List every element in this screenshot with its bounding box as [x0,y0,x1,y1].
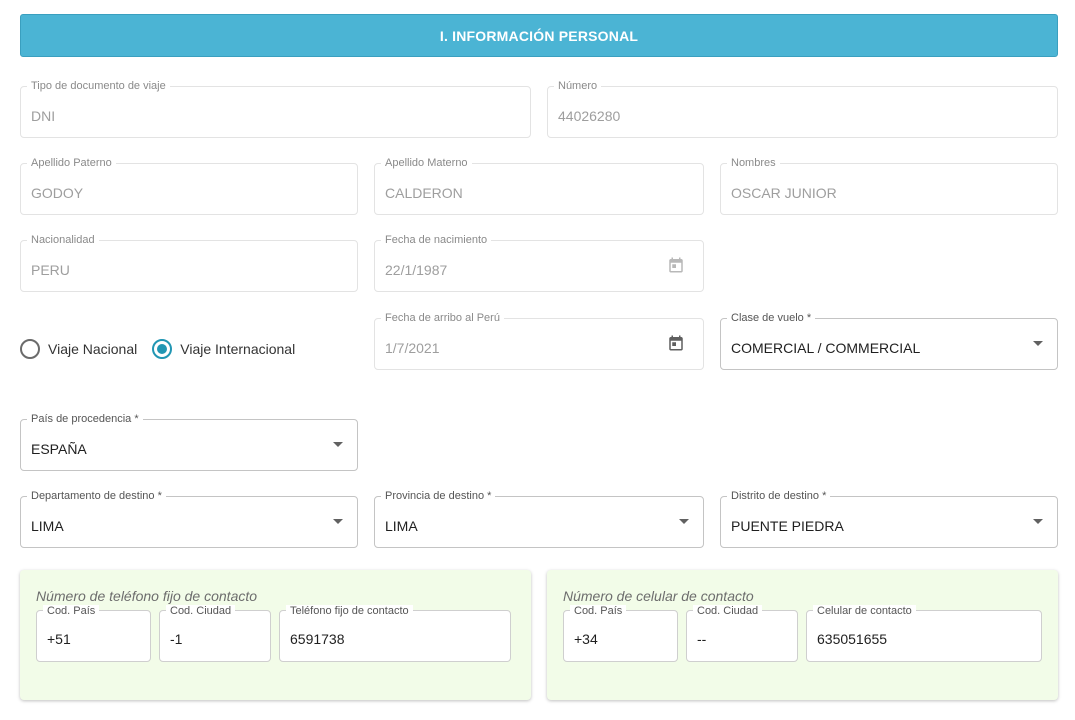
fixed-phone-panel: Número de teléfono fijo de contacto Cod.… [20,570,531,700]
flight-class-select[interactable]: Clase de vuelo * COMERCIAL / COMMERCIAL [720,311,1058,370]
fixed-phone-title: Número de teléfono fijo de contacto [36,588,258,604]
paternal-surname-field: Apellido Paterno GODOY [20,156,358,215]
mobile-country-code-label: Cod. País [570,605,627,617]
nationality-value: PERU [31,262,70,278]
fixed-phone-label: Teléfono fijo de contacto [286,605,413,617]
radio-circle-icon[interactable] [20,339,40,359]
destination-district-select[interactable]: Distrito de destino * PUENTE PIEDRA [720,489,1058,548]
chevron-down-icon[interactable] [333,442,343,447]
fixed-country-code-value: +51 [47,631,71,647]
radio-national-travel[interactable]: Viaje Nacional [20,339,137,359]
chevron-down-icon[interactable] [1033,341,1043,346]
destination-department-select[interactable]: Departamento de destino * LIMA [20,489,358,548]
destination-district-value: PUENTE PIEDRA [731,518,844,534]
origin-country-value: ESPAÑA [31,441,87,457]
arrival-date-label: Fecha de arribo al Perú [381,311,504,325]
chevron-down-icon[interactable] [679,519,689,524]
destination-department-value: LIMA [31,518,64,534]
destination-district-label: Distrito de destino * [727,489,831,503]
mobile-phone-value: 635051655 [817,631,888,647]
mobile-phone-input[interactable]: Celular de contacto 635051655 [806,605,1042,662]
mobile-city-code-label: Cod. Ciudad [693,605,763,617]
destination-province-label: Provincia de destino * [381,489,496,503]
mobile-phone-label: Celular de contacto [813,605,916,617]
fixed-city-code-value: -1 [170,631,183,647]
document-number-label: Número [554,79,602,93]
calendar-icon [669,257,683,273]
section-title: I. INFORMACIÓN PERSONAL [439,27,639,44]
fixed-phone-value: 6591738 [290,631,345,647]
arrival-date-value: 1/7/2021 [385,340,440,356]
chevron-down-icon[interactable] [1033,519,1043,524]
destination-province-value: LIMA [385,518,418,534]
names-label: Nombres [727,156,780,170]
nationality-field: Nacionalidad PERU [20,233,358,292]
calendar-icon[interactable] [667,334,685,352]
mobile-phone-panel: Número de celular de contacto Cod. País … [547,570,1058,700]
radio-national-label: Viaje Nacional [48,341,138,357]
birth-date-field: Fecha de nacimiento 22/1/1987 [374,233,704,292]
flight-class-label: Clase de vuelo * [727,311,816,325]
document-type-field: Tipo de documento de viaje DNI [20,79,531,138]
maternal-surname-value: CALDERON [385,185,463,201]
fixed-country-code-label: Cod. País [43,605,100,617]
origin-country-label: País de procedencia * [27,412,143,426]
birth-date-label: Fecha de nacimiento [381,233,492,247]
radio-checked-icon[interactable] [152,339,173,359]
radio-international-label: Viaje Internacional [180,341,296,357]
flight-class-value: COMERCIAL / COMMERCIAL [731,340,921,356]
paternal-surname-value: GODOY [31,185,84,201]
travel-type-radio-group: Viaje Nacional Viaje Internacional [20,338,310,360]
birth-date-value: 22/1/1987 [385,262,448,278]
document-number-value: 44026280 [558,108,621,124]
mobile-city-code-value: -- [697,631,707,647]
mobile-city-code-input[interactable]: Cod. Ciudad -- [686,605,798,662]
origin-country-select[interactable]: País de procedencia * ESPAÑA [20,412,358,471]
fixed-city-code-label: Cod. Ciudad [166,605,236,617]
fixed-city-code-input[interactable]: Cod. Ciudad -1 [159,605,271,662]
mobile-country-code-value: +34 [574,631,598,647]
mobile-phone-title: Número de celular de contacto [563,588,754,604]
maternal-surname-field: Apellido Materno CALDERON [374,156,704,215]
fixed-phone-input[interactable]: Teléfono fijo de contacto 6591738 [279,605,511,662]
maternal-surname-label: Apellido Materno [381,156,472,170]
mobile-country-code-input[interactable]: Cod. País +34 [563,605,678,662]
document-type-label: Tipo de documento de viaje [27,79,170,93]
chevron-down-icon[interactable] [333,519,343,524]
names-field: Nombres OSCAR JUNIOR [720,156,1058,215]
destination-department-label: Departamento de destino * [27,489,166,503]
names-value: OSCAR JUNIOR [731,185,837,201]
nationality-label: Nacionalidad [27,233,99,247]
destination-province-select[interactable]: Provincia de destino * LIMA [374,489,704,548]
paternal-surname-label: Apellido Paterno [27,156,116,170]
arrival-date-field[interactable]: Fecha de arribo al Perú 1/7/2021 [374,311,704,370]
section-header: I. INFORMACIÓN PERSONAL [20,14,1058,57]
document-number-field: Número 44026280 [547,79,1058,138]
radio-international-travel[interactable]: Viaje Internacional [152,339,295,359]
document-type-value: DNI [31,108,56,124]
fixed-country-code-input[interactable]: Cod. País +51 [36,605,151,662]
